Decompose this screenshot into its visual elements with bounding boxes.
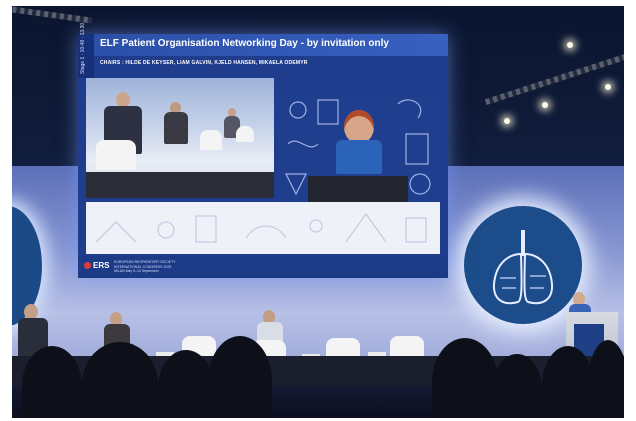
lighting-truss <box>12 6 93 24</box>
video-feed-speaker <box>278 94 438 204</box>
session-title: ELF Patient Organisation Networking Day … <box>100 38 389 49</box>
projection-screen: Stage 1 · 10:48 · 13:30 ELF Patient Orga… <box>78 22 448 278</box>
lighting-truss <box>484 52 624 106</box>
audience-member <box>158 350 214 418</box>
congress-line: MILAN Italy 9–13 September <box>114 269 159 273</box>
screen-footer: ERS EUROPEAN RESPIRATORY SOCIETY INTERNA… <box>78 256 448 278</box>
audience-member <box>492 354 542 418</box>
stage-chair <box>236 126 254 142</box>
doodle-strip <box>86 202 440 254</box>
audience-member <box>22 346 82 418</box>
audience-member <box>82 342 158 418</box>
stage-light <box>605 84 611 90</box>
stage-light <box>504 118 510 124</box>
ers-logo-text: ERS <box>93 261 110 270</box>
congress-line: EUROPEAN RESPIRATORY SOCIETY <box>114 260 176 264</box>
video-feed-panel <box>86 78 274 198</box>
conference-photo: Stage 1 · 10:48 · 13:30 ELF Patient Orga… <box>12 6 624 418</box>
audience-member <box>542 346 594 418</box>
audience-member <box>208 336 272 418</box>
stage-light <box>542 102 548 108</box>
stage-light <box>567 42 573 48</box>
congress-info: EUROPEAN RESPIRATORY SOCIETY INTERNATION… <box>114 260 176 274</box>
audience-member <box>588 340 624 418</box>
ers-logo-dot <box>84 262 91 270</box>
doodle-strip-art <box>95 213 427 243</box>
audience-member <box>432 338 498 418</box>
stage-tab: Stage 1 · 10:48 · 13:30 <box>78 22 94 78</box>
stage-chair <box>96 140 136 170</box>
ers-logo: ERS <box>84 261 109 270</box>
stage-chair <box>200 130 222 150</box>
stage-tab-label: Stage 1 · 10:48 · 13:30 <box>80 22 86 74</box>
session-chairs: CHAIRS : HILDE DE KEYSER, LIAM GALVIN, K… <box>100 60 308 66</box>
lungs-illustration <box>492 230 554 305</box>
